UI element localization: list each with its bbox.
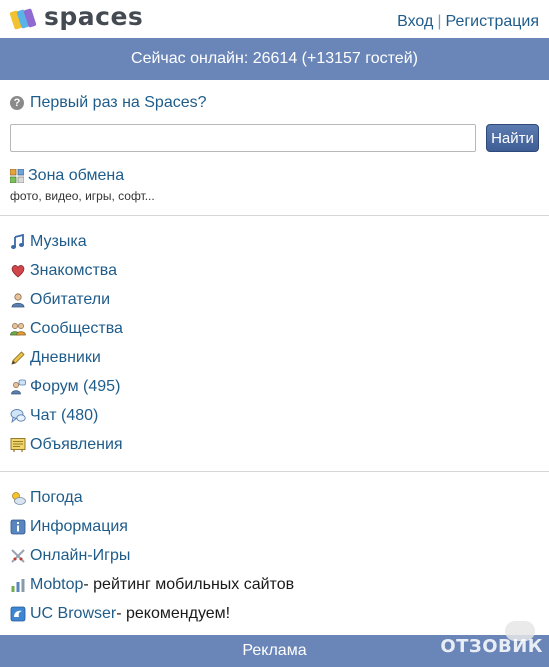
extra-menu: Погода Информация Онлайн-Игры Mobtop - р… — [0, 483, 549, 628]
first-time-link[interactable]: ? Первый раз на Spaces? — [0, 88, 549, 118]
menu-item-communities[interactable]: Сообщества — [10, 314, 539, 343]
uc-browser-icon — [10, 606, 26, 622]
menu-item-description: - рекомендуем! — [116, 604, 231, 622]
top-bar: spaces Вход | Регистрация — [0, 0, 549, 38]
ads-icon — [10, 437, 26, 453]
search-form: Найти — [0, 122, 549, 154]
spaces-logo[interactable]: spaces — [9, 2, 143, 31]
login-link[interactable]: Вход — [397, 13, 433, 30]
online-counter-bar: Сейчас онлайн: 26614 (+13157 гостей) — [0, 38, 549, 80]
exchange-zone-title: Зона обмена — [28, 167, 125, 184]
menu-item-label: UC Browser — [30, 604, 117, 622]
menu-item-label: Музыка — [30, 232, 87, 250]
bar-chart-icon — [10, 577, 26, 593]
divider — [0, 471, 549, 472]
menu-item-label: Объявления — [30, 435, 123, 453]
divider — [0, 215, 549, 216]
menu-item-label: Онлайн-Игры — [30, 546, 131, 564]
online-counter-text: Сейчас онлайн: 26614 (+13157 гостей) — [131, 50, 418, 67]
menu-item-description: - рейтинг мобильных сайтов — [83, 575, 295, 593]
auth-links: Вход | Регистрация — [397, 13, 539, 31]
register-link[interactable]: Регистрация — [445, 13, 539, 30]
person-icon — [10, 292, 26, 308]
menu-item-ads[interactable]: Объявления — [10, 430, 539, 459]
watermark: ОТЗОВИК — [440, 636, 543, 657]
menu-item-label: Знакомства — [30, 261, 118, 279]
search-input[interactable] — [10, 124, 476, 152]
group-icon — [10, 321, 26, 337]
menu-item-label: Дневники — [30, 348, 101, 366]
menu-item-label: Сообщества — [30, 319, 123, 337]
menu-item-label: Форум (495) — [30, 377, 121, 395]
menu-item-dating[interactable]: Знакомства — [10, 256, 539, 285]
menu-item-chat[interactable]: Чат (480) — [10, 401, 539, 430]
heart-icon — [10, 263, 26, 279]
menu-item-online-games[interactable]: Онлайн-Игры — [10, 541, 539, 570]
grid-icon — [10, 169, 24, 183]
first-time-label: Первый раз на Spaces? — [30, 94, 207, 111]
exchange-zone-link[interactable]: Зона обмена — [10, 166, 539, 186]
logo-text: spaces — [44, 1, 144, 31]
menu-item-mobtop[interactable]: Mobtop - рейтинг мобильных сайтов — [10, 570, 539, 599]
music-note-icon — [10, 233, 26, 250]
menu-item-label: Чат (480) — [30, 406, 99, 424]
menu-item-label: Mobtop — [30, 575, 84, 593]
menu-item-diaries[interactable]: Дневники — [10, 343, 539, 372]
pencil-icon — [10, 350, 26, 366]
question-icon: ? — [10, 96, 24, 110]
exchange-zone-subtitle: фото, видео, игры, софт... — [10, 189, 155, 203]
weather-icon — [10, 490, 26, 506]
swords-icon — [10, 548, 26, 564]
menu-item-label: Погода — [30, 488, 83, 506]
info-icon — [10, 519, 26, 535]
forum-icon — [10, 379, 26, 395]
search-button[interactable]: Найти — [486, 124, 539, 152]
chat-icon — [10, 408, 26, 424]
menu-item-forum[interactable]: Форум (495) — [10, 372, 539, 401]
menu-item-music[interactable]: Музыка — [10, 227, 539, 256]
menu-item-weather[interactable]: Погода — [10, 483, 539, 512]
spaces-logo-icon — [9, 7, 38, 31]
main-menu: Музыка Знакомства Обитатели Сообщества Д… — [0, 227, 549, 459]
menu-item-residents[interactable]: Обитатели — [10, 285, 539, 314]
exchange-zone: Зона обмена фото, видео, игры, софт... — [0, 166, 549, 203]
menu-item-label: Информация — [30, 517, 128, 535]
auth-separator: | — [437, 13, 442, 30]
menu-item-label: Обитатели — [30, 290, 111, 308]
menu-item-uc-browser[interactable]: UC Browser - рекомендуем! — [10, 599, 539, 628]
ads-label: Реклама — [242, 642, 307, 659]
menu-item-info[interactable]: Информация — [10, 512, 539, 541]
